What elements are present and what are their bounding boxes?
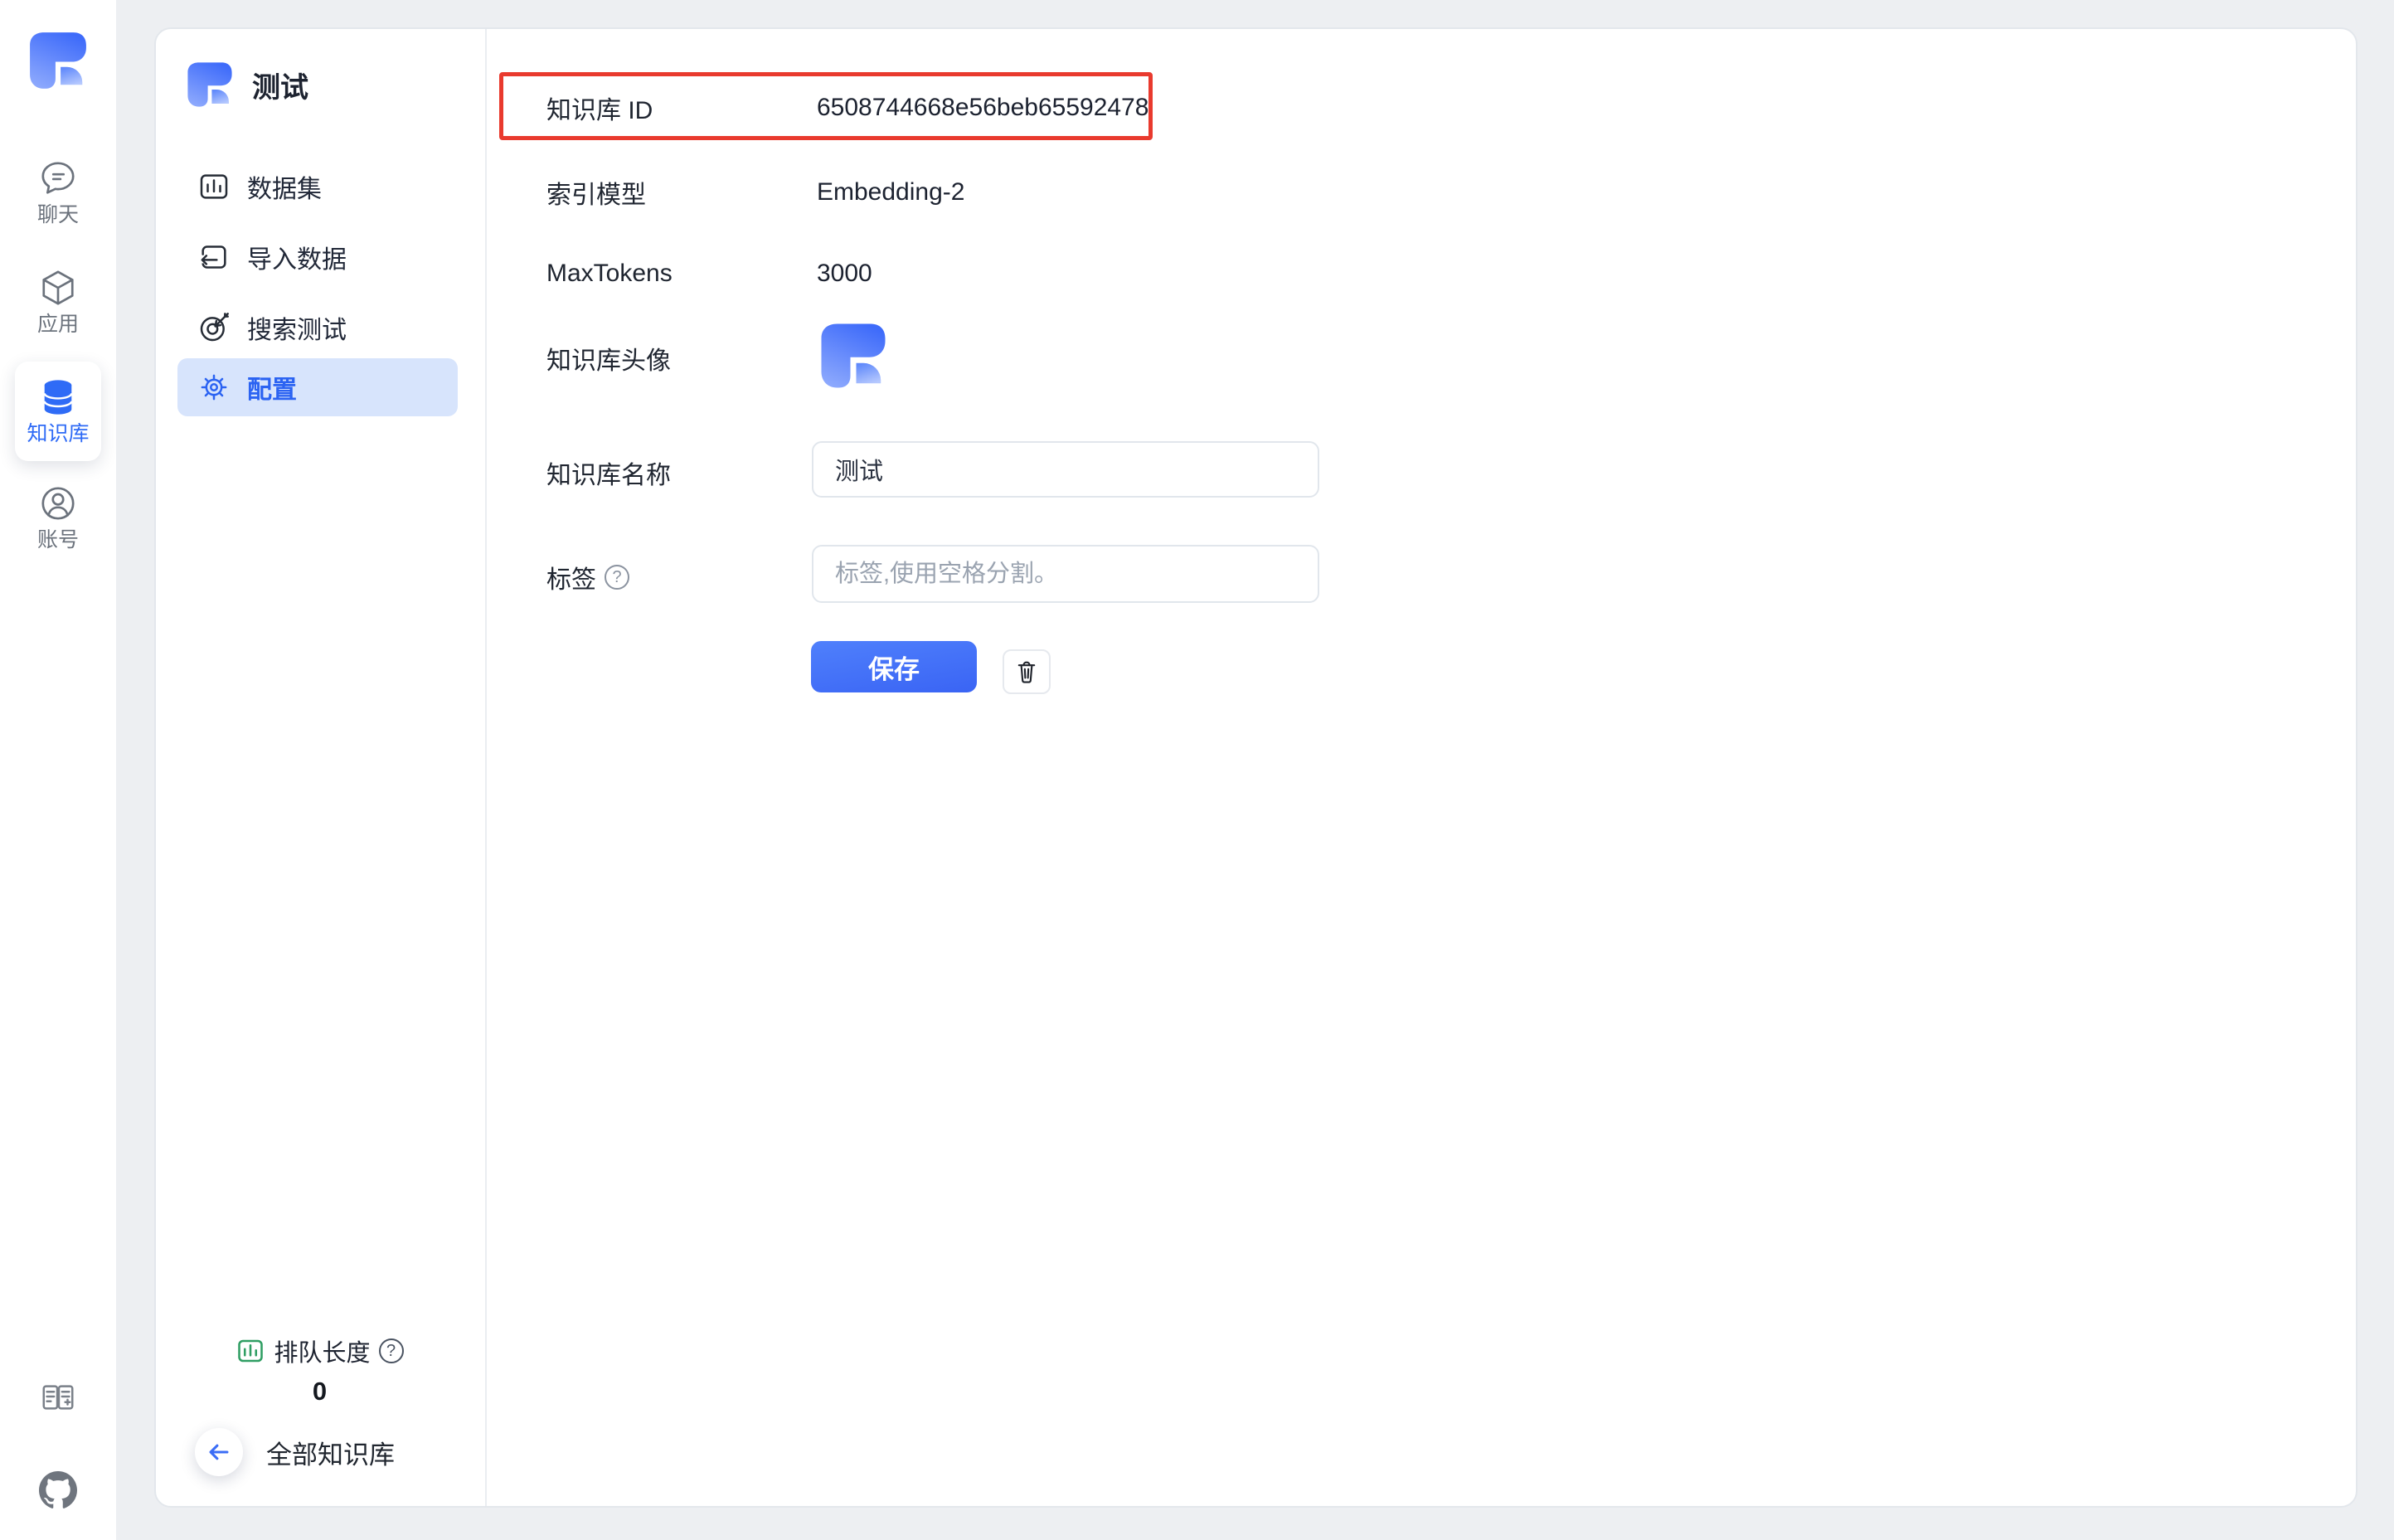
github-icon (39, 1471, 77, 1509)
tab-config[interactable]: 配置 (177, 358, 458, 416)
import-icon (197, 240, 231, 274)
queue-chart-icon (236, 1336, 265, 1366)
sidebar-item-label: 聊天 (37, 205, 79, 226)
kb-id-label: 知识库 ID (546, 90, 653, 126)
tab-dataset[interactable]: 数据集 (177, 158, 458, 216)
queue-length-row: 排队长度 ? (156, 1334, 483, 1368)
sidebar-footer: 排队长度 ? 0 全部知识库 (156, 1334, 483, 1476)
chat-bubble-icon (39, 159, 77, 197)
nav-rail: 聊天 应用 知识库 账号 (0, 0, 116, 1540)
tab-label: 导入数据 (247, 239, 347, 275)
queue-length-label: 排队长度 (274, 1334, 370, 1368)
avatar-label: 知识库头像 (546, 340, 671, 376)
kb-name-input[interactable] (812, 441, 1319, 498)
sidebar-item-label: 知识库 (27, 424, 89, 445)
kb-title: 测试 (252, 65, 308, 105)
cube-icon (39, 269, 77, 307)
sidebar-item-label: 账号 (37, 530, 79, 551)
gear-icon (197, 371, 231, 404)
database-icon (39, 378, 77, 416)
tab-label: 搜索测试 (247, 309, 347, 346)
save-button[interactable]: 保存 (811, 641, 977, 692)
sidebar-item-account[interactable]: 账号 (12, 484, 104, 551)
sidebar-item-apps[interactable]: 应用 (12, 269, 104, 335)
kb-name-label: 知识库名称 (546, 454, 671, 491)
index-model-value: Embedding-2 (817, 178, 964, 206)
back-button[interactable] (195, 1428, 243, 1476)
kb-avatar-icon (186, 59, 234, 110)
tags-help-icon[interactable]: ? (605, 565, 629, 590)
sidebar-item-knowledge-base[interactable]: 知识库 (15, 362, 101, 461)
max-tokens-value: 3000 (817, 260, 872, 288)
github-button[interactable] (39, 1471, 77, 1509)
tab-import-data[interactable]: 导入数据 (177, 228, 458, 286)
kb-header: 测试 (186, 59, 308, 110)
tab-label: 配置 (247, 369, 297, 406)
app-logo-icon (27, 30, 89, 91)
app-window: 聊天 应用 知识库 账号 (0, 0, 2394, 1540)
back-label[interactable]: 全部知识库 (266, 1434, 395, 1471)
queue-help-icon[interactable]: ? (379, 1338, 404, 1363)
target-icon (197, 311, 231, 344)
queue-length-value: 0 (156, 1377, 483, 1406)
tags-input[interactable] (812, 545, 1319, 603)
docs-button[interactable] (39, 1378, 77, 1416)
sidebar-item-chat[interactable]: 聊天 (12, 159, 104, 226)
delete-button[interactable] (1003, 649, 1051, 694)
dataset-icon (197, 170, 231, 203)
sidebar-item-label: 应用 (37, 314, 79, 335)
tab-search-test[interactable]: 搜索测试 (177, 299, 458, 357)
tags-label: 标签 (546, 559, 596, 595)
kb-sidebar: 测试 数据集 导入数据 (156, 29, 487, 1506)
arrow-left-icon (205, 1438, 233, 1466)
main-panel: 测试 数据集 导入数据 (154, 27, 2358, 1508)
index-model-label: 索引模型 (546, 174, 646, 211)
max-tokens-label: MaxTokens (546, 260, 673, 288)
user-circle-icon (39, 484, 77, 522)
config-form: 知识库 ID 6508744668e56beb65592478 索引模型 Emb… (487, 29, 2356, 1506)
tags-label-row: 标签 ? (546, 559, 629, 595)
kb-avatar-picker[interactable] (818, 321, 888, 391)
back-row: 全部知识库 (156, 1428, 483, 1476)
kb-id-value: 6508744668e56beb65592478 (817, 94, 1148, 122)
book-icon (39, 1378, 77, 1416)
tab-label: 数据集 (247, 168, 322, 205)
trash-icon (1012, 658, 1041, 686)
